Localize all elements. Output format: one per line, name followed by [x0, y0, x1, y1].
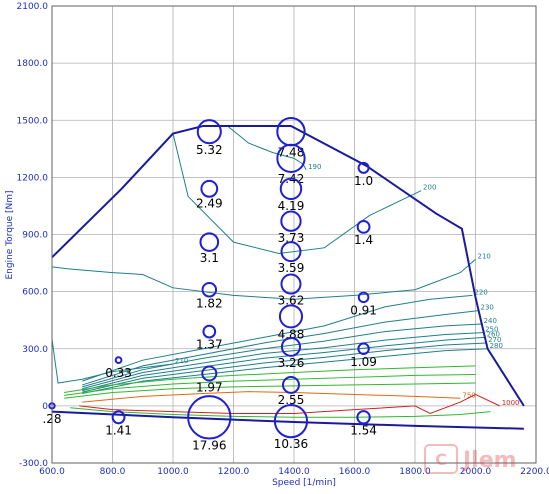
y-tick-label: 900.0 [22, 231, 48, 241]
x-tick-label: 1400.0 [278, 467, 310, 477]
x-axis-title: Speed [1/min] [272, 478, 336, 488]
corner-logo: C Jlem [425, 445, 517, 473]
operating-point-label: 17.96 [192, 438, 226, 452]
y-tick-label: 300.0 [22, 345, 48, 355]
operating-point-label: 4.88 [278, 327, 305, 341]
y-tick-label: 1800.0 [17, 59, 49, 69]
y-tick-label: 1500.0 [17, 116, 49, 126]
contour-label: 280 [490, 342, 503, 350]
y-axis-title: Engine Torque [Nm] [5, 190, 15, 279]
operating-point-label: 3.26 [278, 356, 305, 370]
operating-point-label: 1.4 [354, 233, 373, 247]
y-tick-label: 600.0 [22, 288, 48, 298]
x-tick-label: 1200.0 [218, 467, 250, 477]
operating-point-label: 1.37 [196, 338, 223, 352]
operating-point-label: 0.91 [350, 303, 377, 317]
x-tick-label: 2200.0 [520, 467, 549, 477]
contour-label: 210 [478, 252, 491, 260]
x-tick-label: 800.0 [100, 467, 126, 477]
y-tick-label: 2100.0 [17, 2, 49, 12]
operating-point-label: 1.41 [105, 423, 132, 437]
x-tick-label: 1600.0 [339, 467, 371, 477]
operating-point-label: 5.32 [196, 143, 223, 157]
contour-label: 240 [484, 317, 497, 325]
y-tick-label: -300.0 [19, 459, 48, 469]
contour-label: 220 [474, 288, 487, 296]
operating-point-label: 1.54 [350, 424, 377, 438]
svg-text:Jlem: Jlem [461, 448, 517, 473]
contour-label: 200 [423, 184, 436, 192]
operating-point-label: 1.0 [354, 174, 373, 188]
operating-point-label: 10.36 [274, 437, 308, 451]
operating-point-label: 3.1 [200, 251, 219, 265]
chart-canvas: 1902002102102202302402502602702807501000… [0, 0, 549, 490]
contour-label: 1000 [502, 399, 520, 407]
operating-point-label: 1.97 [196, 381, 223, 395]
engine-map-chart: 1902002102102202302402502602702807501000… [0, 0, 549, 490]
operating-point-label: 3.59 [278, 261, 305, 275]
operating-point-label: 1.82 [196, 296, 223, 310]
operating-point-label: 2.49 [196, 197, 223, 211]
y-tick-label: 0 [42, 402, 48, 412]
operating-point-label: 0.33 [105, 366, 132, 380]
contour-label: 190 [308, 163, 321, 171]
operating-point-label: 1.09 [350, 355, 377, 369]
svg-text:C: C [435, 450, 447, 469]
contour-label: 230 [481, 304, 494, 312]
y-tick-label: 1200.0 [17, 173, 49, 183]
x-tick-label: 1000.0 [157, 467, 189, 477]
